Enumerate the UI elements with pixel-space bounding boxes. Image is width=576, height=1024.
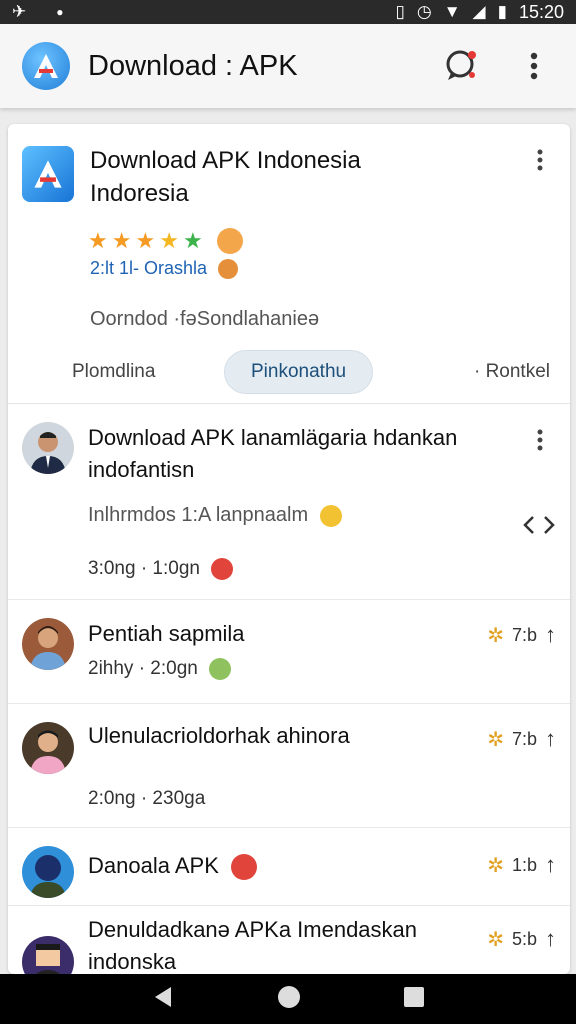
post-meta-text: 2ihhy · 2:0gn	[88, 658, 198, 680]
app-subtitle: Oorndod ·fəSondlahanieə	[90, 308, 320, 330]
post-title[interactable]: Pentiah sapmila	[88, 618, 508, 650]
app-name-line1: Download APK Indonesia	[90, 147, 361, 174]
chat-icon[interactable]	[440, 46, 480, 86]
status-time: 15:20	[518, 1, 564, 22]
dot-icon: ●	[56, 5, 64, 19]
system-nav-bar	[0, 974, 576, 1024]
post-meta: 2ihhy · 2:0gn	[88, 658, 232, 680]
arrow-up-icon[interactable]: ↑	[545, 726, 556, 752]
app-logo-icon[interactable]	[22, 42, 70, 90]
app-menu-icon[interactable]	[528, 148, 552, 172]
list-item[interactable]: Download APK lanamlägaria hdankan indofa…	[8, 404, 570, 600]
sun-icon: ✲	[487, 928, 504, 951]
list-item[interactable]: Pentiah sapmila 2ihhy · 2:0gn ✲ 7:b ↑	[8, 600, 570, 704]
post-meta: 3:0ng · 1:0gn	[88, 558, 234, 580]
star-icon: ★	[159, 228, 179, 253]
post-meta: 2:0ng · 230ga	[88, 788, 206, 809]
post-subtitle: Inlhrmdos 1:A lanpnaalm	[88, 504, 342, 527]
tab-rontkel[interactable]: · Rontkel	[474, 361, 550, 383]
vibrate-icon: ▯	[395, 2, 405, 21]
app-meta: 2:lt 1l- Orashla	[90, 258, 239, 280]
tab-pinkonathu[interactable]: Pinkonathu	[224, 350, 374, 394]
post-count: 7:b	[511, 728, 537, 749]
grin-emoji-icon	[209, 658, 232, 680]
post-title[interactable]: Denuldadkanə APKa Imendaskan indonska	[88, 914, 508, 974]
app-icon[interactable]	[22, 146, 74, 202]
app-meta-text: 2:lt 1l- Orashla	[90, 258, 208, 278]
list-item[interactable]: Danoala APK ✲ 1:b ↑	[8, 828, 570, 906]
star-icon: ★	[182, 228, 203, 253]
arrow-up-icon[interactable]: ↑	[545, 926, 556, 952]
sun-icon: ✲	[487, 624, 504, 647]
star-icon: ★	[111, 228, 132, 253]
avatar[interactable]	[22, 618, 74, 670]
avatar[interactable]	[22, 846, 74, 898]
signal-icon: ◢	[472, 2, 486, 21]
app-title: Download : APK	[88, 49, 298, 82]
post-meta-text: 3:0ng · 1:0gn	[88, 558, 200, 580]
sun-icon: ✲	[487, 728, 504, 751]
post-count: 1:b	[511, 854, 537, 875]
smiley-emoji-icon	[216, 228, 243, 254]
list-item[interactable]: Denuldadkanə APKa Imendaskan indonska ✲ …	[8, 906, 570, 974]
battery-icon: ▮	[497, 2, 507, 21]
post-count: 5:b	[511, 928, 537, 949]
tab-bar: Plomdlina Pinkonathu · Rontkel	[8, 348, 570, 396]
angry-emoji-icon	[231, 854, 257, 881]
recents-icon[interactable]	[403, 986, 425, 1013]
tab-plomdlina[interactable]: Plomdlina	[72, 361, 155, 383]
wifi-icon: ▼	[443, 2, 461, 21]
app-name-line2: Indoresia	[90, 180, 189, 207]
arrow-up-icon[interactable]: ↑	[545, 852, 556, 878]
post-title[interactable]: Ulenulaсrioldorhak ahinora	[88, 720, 508, 752]
avatar[interactable]	[22, 722, 74, 774]
status-bar: ✈ ● ▯ ◷ ▼ ◢ ▮ 15:20	[0, 0, 576, 24]
post-stats: ✲ 1:b ↑	[487, 852, 556, 878]
airplane-icon: ✈	[12, 2, 27, 21]
code-icon[interactable]	[522, 514, 556, 536]
back-icon[interactable]	[151, 985, 175, 1014]
angry-emoji-icon	[211, 558, 234, 580]
overflow-menu-icon[interactable]	[514, 46, 554, 86]
content-card: Download APK Indonesia Indoresia ★ ★ ★ ★…	[8, 124, 570, 974]
post-title[interactable]: Download APK lanamlägaria hdankan indofa…	[88, 422, 508, 486]
post-stats: ✲ 7:b ↑	[487, 622, 556, 648]
post-count: 7:b	[511, 624, 537, 645]
smile-emoji-icon	[319, 504, 342, 527]
post-stats: ✲ 7:b ↑	[487, 726, 556, 752]
alarm-icon: ◷	[416, 2, 432, 21]
post-stats: ✲ 5:b ↑	[487, 926, 556, 952]
post-title-text[interactable]: Danoala APK	[88, 853, 219, 878]
arrow-up-icon[interactable]: ↑	[545, 622, 556, 648]
post-title[interactable]: Danoala APK	[88, 850, 508, 882]
list-item[interactable]: Ulenulaсrioldorhak ahinora 2:0ng · 230ga…	[8, 704, 570, 828]
post-menu-icon[interactable]	[528, 428, 552, 452]
app-bar: Download : APK	[0, 24, 576, 108]
app-name: Download APK Indonesia Indoresia	[90, 144, 510, 210]
rating-stars: ★ ★ ★ ★ ★	[88, 228, 243, 254]
avatar[interactable]	[22, 422, 74, 474]
home-icon[interactable]	[276, 984, 302, 1015]
avatar[interactable]	[22, 936, 74, 974]
sun-icon: ✲	[487, 854, 504, 877]
star-icon: ★	[88, 228, 108, 253]
app-info-section: Download APK Indonesia Indoresia ★ ★ ★ ★…	[8, 124, 570, 404]
post-subtitle-text: Inlhrmdos 1:A lanpnaalm	[88, 504, 309, 526]
star-icon: ★	[135, 228, 156, 253]
gift-emoji-icon	[218, 259, 239, 280]
